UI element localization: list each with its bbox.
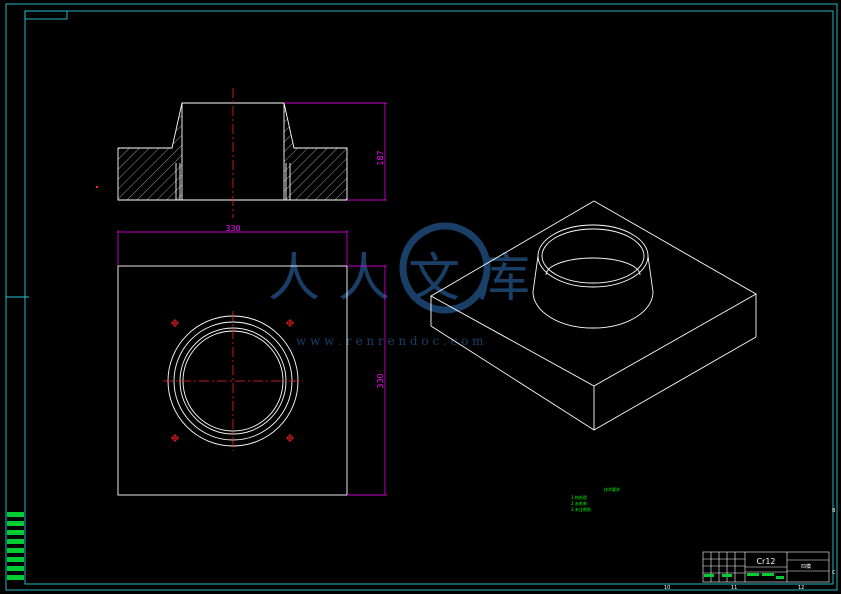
- technical-notes: 技术要求 1.热处理 2.去毛刺 3.未注倒角: [571, 486, 620, 512]
- zone-label-10: 10: [664, 585, 670, 591]
- left-margin-marks: [7, 512, 24, 580]
- front-section-view: 187: [117, 88, 387, 218]
- material-label: Cr12: [756, 557, 775, 566]
- watermark: 人人文库 w w w . r e n r e n d o c . c o m: [268, 222, 548, 348]
- zone-label-12: 12: [798, 585, 804, 591]
- cad-drawing-sheet: 人人文库 w w w . r e n r e n d o c . c o m 1…: [5, 3, 838, 591]
- zone-label-c: C: [832, 570, 836, 576]
- zone-label-b: B: [832, 508, 836, 514]
- note-line-1: 1.热处理: [571, 494, 587, 500]
- isometric-view: [430, 200, 757, 431]
- note-line-2: 2.去毛刺: [571, 500, 587, 506]
- watermark-brand: 人人文库: [268, 249, 548, 309]
- top-centerlines: [163, 311, 303, 451]
- height-dimension-text: 187: [376, 150, 385, 165]
- title-block-fills: [704, 573, 784, 579]
- watermark-url: w w w . r e n r e n d o c . c o m: [296, 334, 484, 348]
- note-line-3: 3.未注倒角: [571, 506, 591, 512]
- mounting-holes: [171, 319, 294, 442]
- top-view: 330 330: [117, 224, 387, 496]
- section-hatch-left: [118, 103, 182, 200]
- notes-heading: 技术要求: [604, 486, 620, 492]
- zone-label-11: 11: [731, 585, 737, 591]
- left-tick-mark: [96, 186, 98, 188]
- border-zone-labels: 10 11 12 B C: [664, 508, 836, 591]
- drawing-name: 凹模: [801, 563, 811, 570]
- width-dimension-text: 330: [225, 224, 240, 233]
- section-hatch-right: [284, 103, 347, 200]
- depth-dimension-text: 330: [376, 373, 385, 388]
- title-block: Cr12 凹模: [702, 551, 830, 583]
